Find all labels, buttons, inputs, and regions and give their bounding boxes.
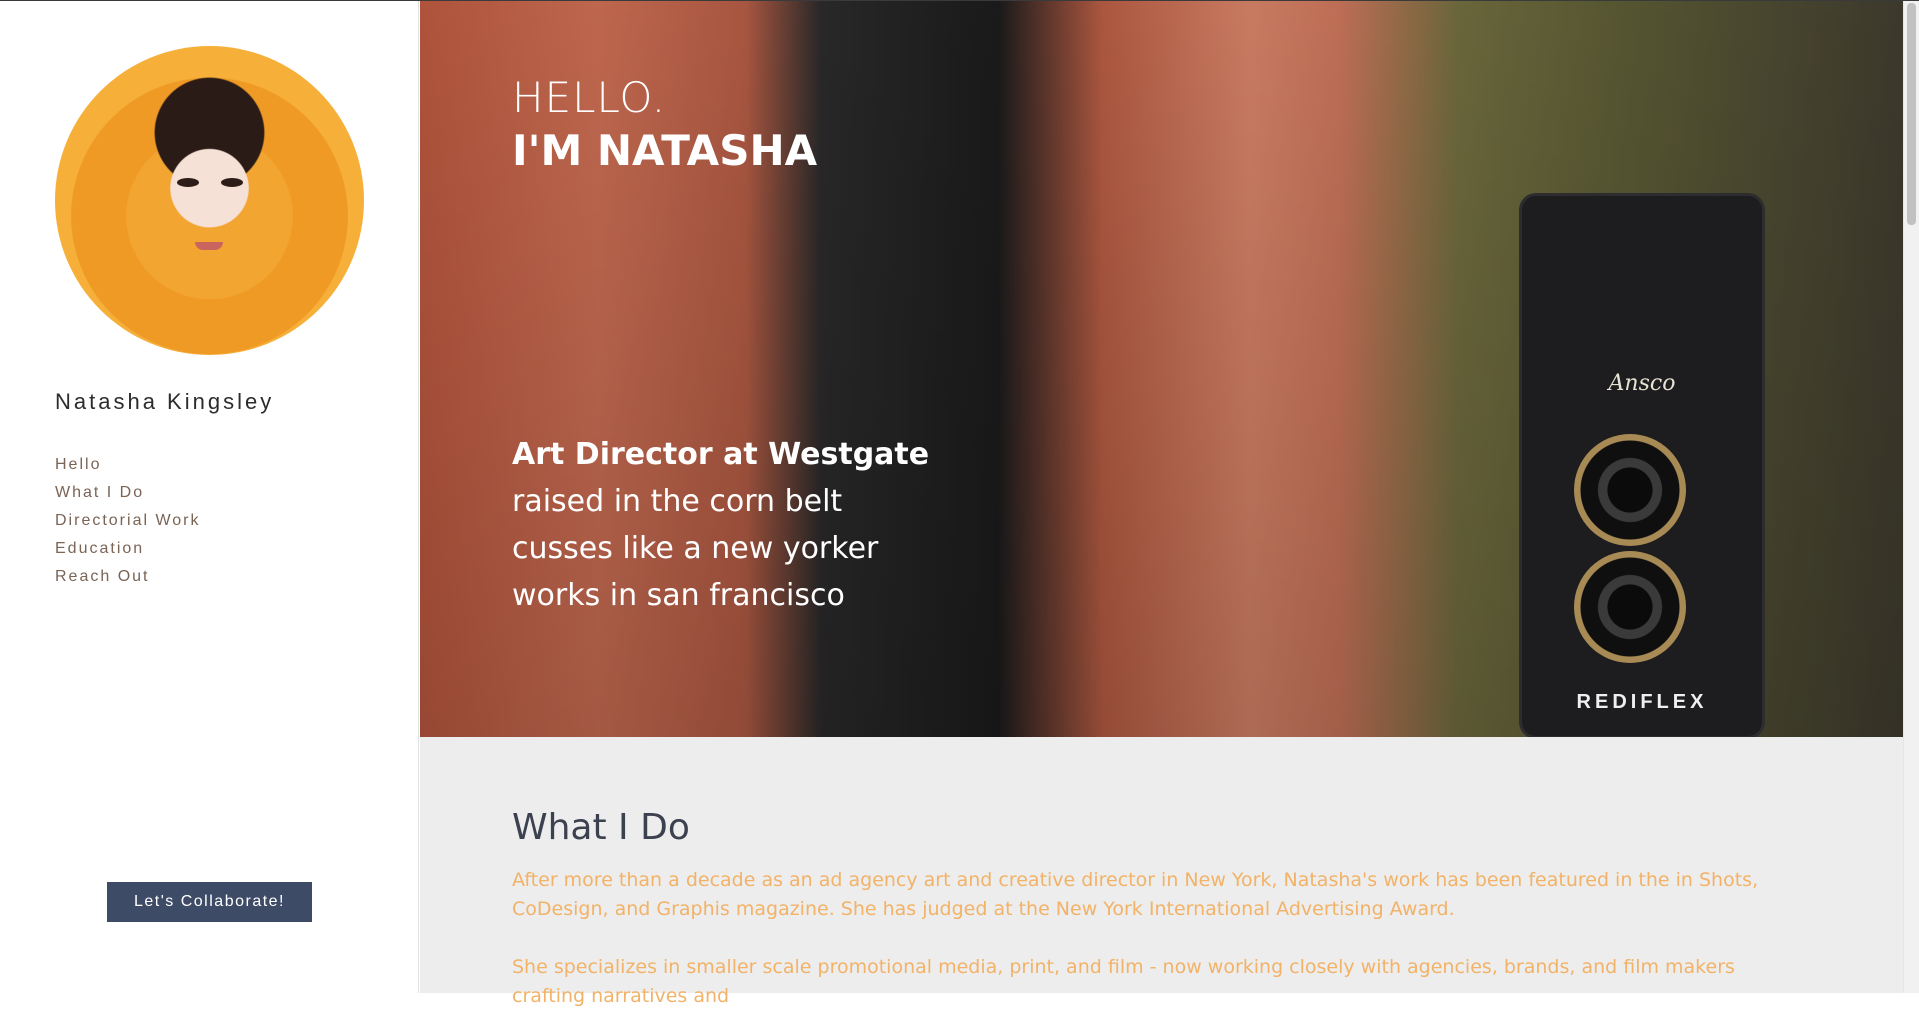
- hero-line-3: works in san francisco: [512, 578, 845, 613]
- about-paragraph-1: After more than a decade as an ad agency…: [512, 869, 1759, 920]
- avatar-eye-right: [221, 178, 243, 187]
- camera-lens-top: [1574, 434, 1686, 546]
- camera-lens-bottom: [1574, 551, 1686, 663]
- hero-headline: I'M NATASHA: [512, 126, 818, 175]
- what-i-do-section: What I Do After more than a decade as an…: [420, 737, 1903, 1007]
- profile-name: Natasha Kingsley: [55, 389, 275, 414]
- hero-role: Art Director at Westgate: [512, 437, 930, 472]
- hero-banner: Ansco REDIFLEX HELLO. I'M NATASHA Art Di…: [420, 1, 1903, 737]
- section-title: What I Do: [512, 807, 690, 848]
- nav-item-reach-out[interactable]: Reach Out: [55, 563, 201, 591]
- nav-item-hello[interactable]: Hello: [55, 451, 201, 479]
- avatar-eye-left: [177, 178, 199, 187]
- hero-greeting: HELLO.: [512, 73, 667, 122]
- vertical-scrollbar[interactable]: [1903, 1, 1919, 993]
- nav-item-directorial-work[interactable]: Directorial Work: [55, 507, 201, 535]
- camera-illustration: Ansco REDIFLEX: [1522, 196, 1762, 736]
- camera-brand-bottom: REDIFLEX: [1576, 691, 1708, 713]
- sidebar-nav: Hello What I Do Directorial Work Educati…: [55, 451, 201, 591]
- about-paragraph-2: She specializes in smaller scale promoti…: [512, 956, 1735, 1007]
- hero-tagline: Art Director at Westgate raised in the c…: [512, 431, 929, 619]
- sidebar: Natasha Kingsley Hello What I Do Directo…: [0, 1, 419, 993]
- avatar: [55, 46, 364, 355]
- hero-line-1: raised in the corn belt: [512, 484, 843, 519]
- hero-line-2: cusses like a new yorker: [512, 531, 879, 566]
- avatar-mouth: [195, 242, 223, 250]
- nav-item-education[interactable]: Education: [55, 535, 201, 563]
- camera-brand-top: Ansco: [1608, 371, 1676, 396]
- scrollbar-thumb[interactable]: [1907, 3, 1916, 225]
- nav-item-what-i-do[interactable]: What I Do: [55, 479, 201, 507]
- collaborate-button[interactable]: Let's Collaborate!: [107, 882, 312, 922]
